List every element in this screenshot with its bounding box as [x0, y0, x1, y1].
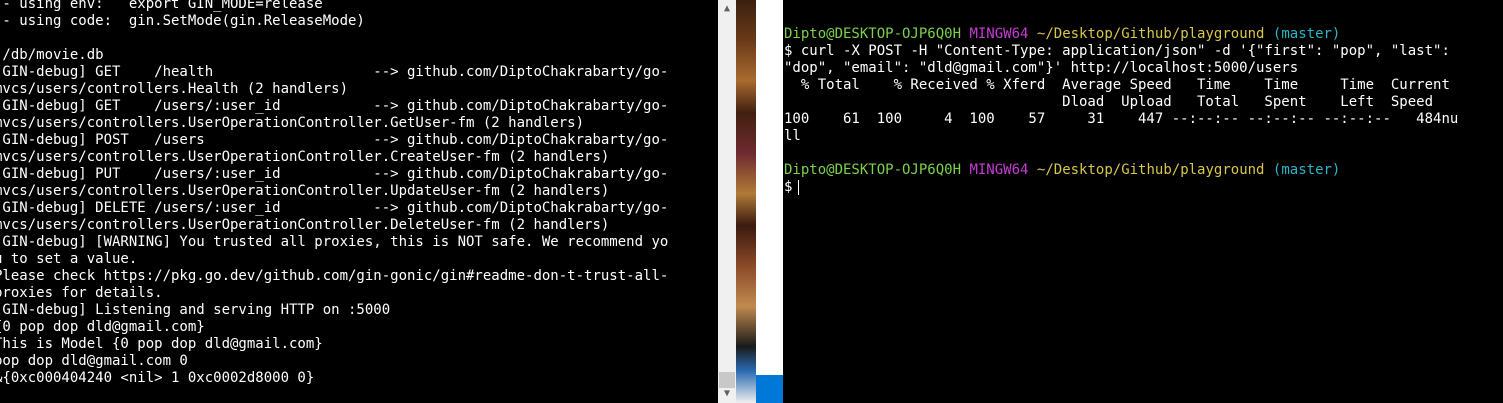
desktop-wallpaper: [736, 0, 756, 403]
right-terminal-window[interactable]: Dipto@DESKTOP-OJP6Q0H MINGW64 ~/Desktop/…: [783, 0, 1503, 403]
output-line: ll: [784, 128, 801, 144]
prompt-line: Dipto@DESKTOP-OJP6Q0H MINGW64 ~/Desktop/…: [784, 162, 1458, 179]
command-continuation: "dop", "email": "dld@gmail.com"}' http:/…: [784, 60, 1299, 76]
terminal-line: [GIN-debug] GET /users/:user_id --> gith…: [0, 98, 669, 114]
command-text: curl -X POST -H "Content-Type: applicati…: [792, 43, 1450, 59]
prompt-shell: MINGW64: [969, 26, 1029, 42]
vertical-scrollbar[interactable]: ▲ ▼: [718, 0, 736, 403]
terminal-line: mvcs/users/controllers.UserOperationCont…: [0, 183, 610, 199]
scroll-up-arrow-icon[interactable]: ▲: [718, 0, 736, 18]
terminal-line: - using code: gin.SetMode(gin.ReleaseMod…: [0, 13, 365, 29]
terminal-line: - using env: export GIN_MODE=release: [0, 0, 323, 12]
scroll-down-arrow-icon[interactable]: ▼: [718, 385, 736, 403]
prompt-line: Dipto@DESKTOP-OJP6Q0H MINGW64 ~/Desktop/…: [784, 26, 1458, 43]
terminal-line: ./db/movie.db: [0, 47, 104, 63]
window-border-strip: [756, 0, 783, 403]
terminal-line: mvcs/users/controllers.Health (2 handler…: [0, 81, 349, 97]
prompt-path: ~/Desktop/Github/playground: [1036, 162, 1265, 178]
terminal-line: mvcs/users/controllers.UserOperationCont…: [0, 217, 610, 233]
text-cursor: [798, 179, 800, 195]
prompt-path: ~/Desktop/Github/playground: [1036, 26, 1265, 42]
prompt-user-host: Dipto@DESKTOP-OJP6Q0H: [784, 162, 962, 178]
taskbar-accent: [756, 375, 783, 403]
terminal-line: pop dop dld@gmail.com 0: [0, 353, 188, 369]
terminal-line: Please check https://pkg.go.dev/github.c…: [0, 268, 669, 284]
progress-header: % Total % Received % Xferd Average Speed…: [784, 77, 1450, 93]
terminal-line: This is Model {0 pop dop dld@gmail.com}: [0, 336, 323, 352]
input-line[interactable]: $: [784, 179, 1458, 196]
terminal-line: {0 pop dop dld@gmail.com}: [0, 319, 205, 335]
terminal-line: [GIN-debug] Listening and serving HTTP o…: [0, 302, 391, 318]
terminal-line: [GIN-debug] PUT /users/:user_id --> gith…: [0, 166, 669, 182]
terminal-line: [GIN-debug] [WARNING] You trusted all pr…: [0, 234, 669, 250]
command-line: $ curl -X POST -H "Content-Type: applica…: [784, 43, 1458, 60]
progress-values: 100 61 100 4 100 57 31 447 --:--:-- --:-…: [784, 111, 1459, 127]
terminal-line: mvcs/users/controllers.UserOperationCont…: [0, 115, 585, 131]
terminal-line: u to set a value.: [0, 251, 138, 267]
terminal-line: proxies for details.: [0, 285, 163, 301]
terminal-line: &{0xc000404240 <nil> 1 0xc0002d8000 0}: [0, 370, 315, 386]
terminal-line: mvcs/users/controllers.UserOperationCont…: [0, 149, 610, 165]
prompt-shell: MINGW64: [969, 162, 1029, 178]
left-terminal-window[interactable]: - using env: export GIN_MODE=release - u…: [0, 0, 718, 403]
terminal-line: [GIN-debug] DELETE /users/:user_id --> g…: [0, 200, 669, 216]
prompt-symbol: $: [784, 179, 793, 195]
progress-header: Dload Upload Total Spent Left Speed: [784, 94, 1434, 110]
prompt-branch: (master): [1272, 26, 1341, 42]
terminal-line: [GIN-debug] GET /health --> github.com/D…: [0, 64, 669, 80]
terminal-line: [GIN-debug] POST /users --> github.com/D…: [0, 132, 669, 148]
prompt-branch: (master): [1272, 162, 1341, 178]
prompt-user-host: Dipto@DESKTOP-OJP6Q0H: [784, 26, 962, 42]
